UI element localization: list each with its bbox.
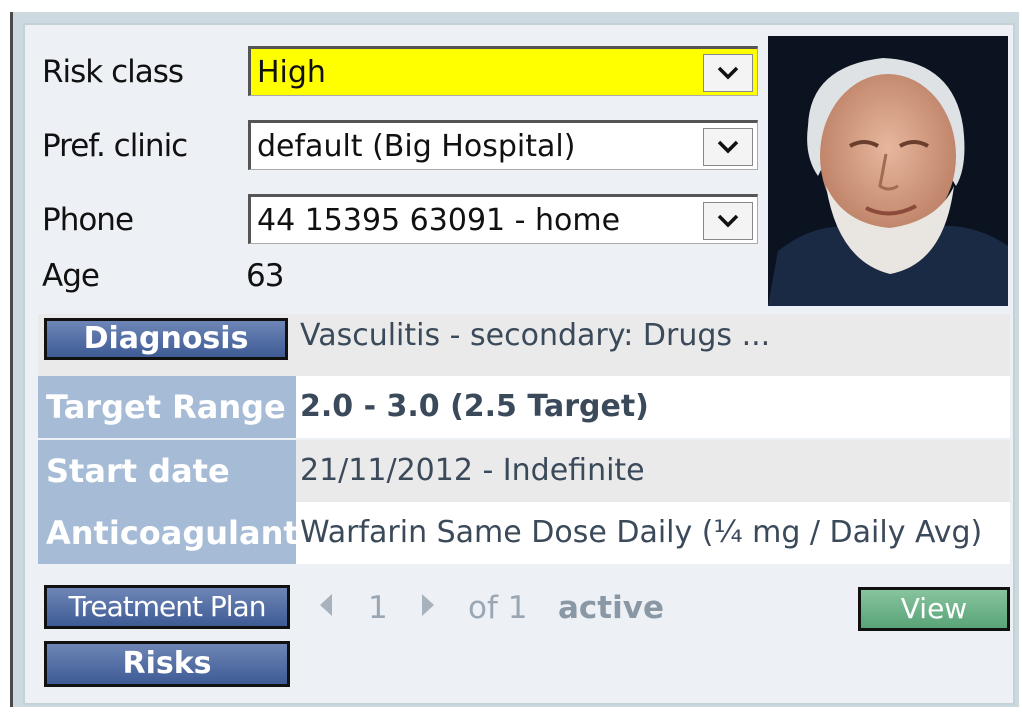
pref-clinic-label: Pref. clinic (42, 128, 188, 164)
risk-class-label: Risk class (42, 54, 184, 90)
age-value: 63 (246, 258, 284, 294)
start-date-label: Start date (38, 440, 296, 502)
view-button[interactable]: View (858, 587, 1010, 631)
treatment-plan-button[interactable]: Treatment Plan (44, 585, 290, 629)
anticoagulant-label: Anticoagulant (38, 502, 299, 564)
phone-value: 44 15395 63091 - home (257, 203, 621, 238)
chevron-down-icon[interactable] (703, 202, 753, 240)
patient-photo (768, 36, 1008, 306)
risk-class-value: High (257, 55, 326, 90)
target-range-label: Target Range (38, 376, 296, 438)
diagnosis-button[interactable]: Diagnosis (44, 318, 288, 360)
risks-button[interactable]: Risks (44, 641, 290, 687)
pref-clinic-value: default (Big Hospital) (257, 129, 576, 164)
page-number: 1 (368, 590, 388, 626)
risk-class-select[interactable]: High (248, 46, 758, 96)
chevron-down-icon[interactable] (703, 54, 753, 92)
phone-select[interactable]: 44 15395 63091 - home (248, 194, 758, 244)
diagnosis-value: Vasculitis - secondary: Drugs ... (300, 318, 771, 353)
target-range-value: 2.0 - 3.0 (2.5 Target) (296, 376, 1010, 438)
pref-clinic-select[interactable]: default (Big Hospital) (248, 120, 758, 170)
prev-arrow-icon[interactable] (316, 590, 334, 628)
plan-status: active (558, 590, 664, 626)
anticoagulant-value: Warfarin Same Dose Daily (¼ mg / Daily A… (296, 502, 1010, 564)
chevron-down-icon[interactable] (703, 128, 753, 166)
page-count: of 1 (468, 590, 528, 626)
next-arrow-icon[interactable] (420, 590, 438, 628)
age-label: Age (42, 258, 100, 294)
start-date-value: 21/11/2012 - Indefinite (296, 440, 1010, 502)
phone-label: Phone (42, 202, 134, 238)
